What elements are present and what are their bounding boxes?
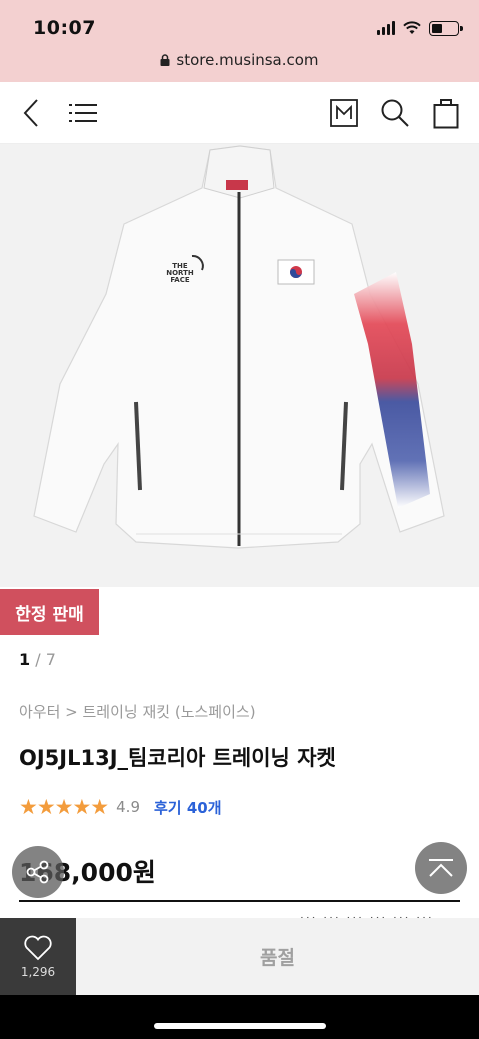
url-bar[interactable]: store.musinsa.com	[0, 51, 479, 69]
scroll-to-top-button[interactable]	[415, 842, 467, 894]
signal-icon	[377, 21, 395, 35]
battery-icon	[429, 20, 463, 36]
like-button[interactable]: 1,296	[0, 918, 76, 995]
pager-total: / 7	[30, 650, 56, 669]
product-title: OJ5JL13J_팀코리아 트레이닝 자켓	[19, 746, 336, 770]
home-indicator[interactable]	[154, 1023, 326, 1029]
soldout-button: 품절	[260, 947, 295, 969]
price-divider	[19, 900, 460, 902]
status-icons	[377, 20, 463, 36]
lock-icon	[160, 54, 170, 66]
svg-text:FACE: FACE	[170, 276, 190, 284]
status-time: 10:07	[33, 17, 96, 39]
musinsa-home-button[interactable]	[325, 94, 363, 132]
bottom-action-bar: 1,296 품절	[0, 918, 479, 995]
search-button[interactable]	[376, 94, 414, 132]
heart-icon	[24, 935, 52, 960]
image-pager: 1 / 7	[19, 650, 56, 669]
back-button[interactable]	[12, 94, 50, 132]
rating-row: ★★★★★ 4.9 후기 40개	[19, 795, 222, 819]
back-icon	[23, 99, 38, 127]
page: 10:07 store.musinsa.com THE NORTH FACE 한…	[0, 0, 479, 1039]
rating-score: 4.9	[116, 798, 140, 816]
url-text: store.musinsa.com	[176, 51, 319, 69]
wifi-icon	[403, 21, 421, 34]
top-nav	[0, 82, 479, 144]
like-count: 1,296	[20, 964, 56, 979]
bag-icon	[433, 99, 459, 129]
scroll-top-icon	[429, 859, 453, 877]
rating-stars: ★★★★★	[19, 795, 109, 819]
status-bar: 10:07 store.musinsa.com	[0, 0, 479, 82]
cart-button[interactable]	[427, 94, 465, 132]
home-indicator-area	[0, 995, 479, 1039]
musinsa-m-icon	[330, 99, 358, 127]
search-icon	[381, 99, 409, 127]
menu-button[interactable]	[64, 94, 102, 132]
product-image[interactable]: THE NORTH FACE	[0, 144, 479, 587]
share-button[interactable]	[12, 846, 64, 898]
share-icon	[26, 860, 49, 884]
menu-icon	[69, 104, 97, 122]
jacket-illustration: THE NORTH FACE	[33, 145, 445, 549]
breadcrumb[interactable]: 아우터 > 트레이닝 재킷 (노스페이스)	[19, 701, 256, 722]
pager-current: 1	[19, 650, 31, 669]
review-count-link[interactable]: 후기 40개	[154, 797, 222, 818]
limited-sale-badge: 한정 판매	[0, 589, 99, 635]
